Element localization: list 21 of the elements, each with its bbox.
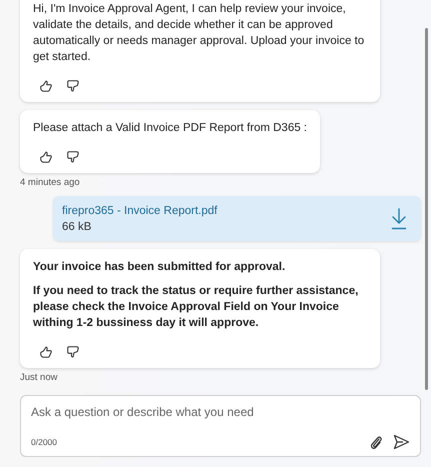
message-text: Please attach a Valid Invoice PDF Report from D365 : [33, 121, 308, 136]
message-text: Hi, I'm Invoice Approval Agent, I can help review your invoice, validate the details, and decide whether it can be approved automatically or needs manager approval. Upload your invoice to get started. [33, 2, 366, 65]
download-icon[interactable] [391, 208, 407, 230]
file-name: firepro365 - Invoice Report.pdf [62, 205, 218, 217]
scrollbar[interactable] [425, 28, 428, 390]
file-attachment[interactable]: firepro365 - Invoice Report.pdf 66 kB [53, 196, 421, 241]
thumbs-down-icon[interactable] [66, 345, 80, 359]
thumbs-down-icon[interactable] [66, 150, 80, 164]
message-text: If you need to track the status or require further assistance, please check the Invoice Approval Field on Your Invoice withing 1-2 bussiness day it will approve. [33, 284, 360, 331]
file-size: 66 kB [62, 221, 92, 233]
message-input[interactable]: Ask a question or describe what you need [31, 405, 410, 419]
send-icon[interactable] [393, 434, 410, 450]
timestamp: Just now [20, 372, 58, 383]
attach-icon[interactable] [369, 434, 383, 450]
thumbs-up-icon[interactable] [39, 79, 53, 93]
character-counter: 0/2000 [31, 437, 57, 447]
timestamp: 4 minutes ago [20, 177, 81, 188]
thumbs-up-icon[interactable] [39, 150, 53, 164]
thumbs-up-icon[interactable] [39, 345, 53, 359]
thumbs-down-icon[interactable] [66, 79, 80, 93]
message-text: Your invoice has been submitted for approval. [33, 260, 286, 275]
